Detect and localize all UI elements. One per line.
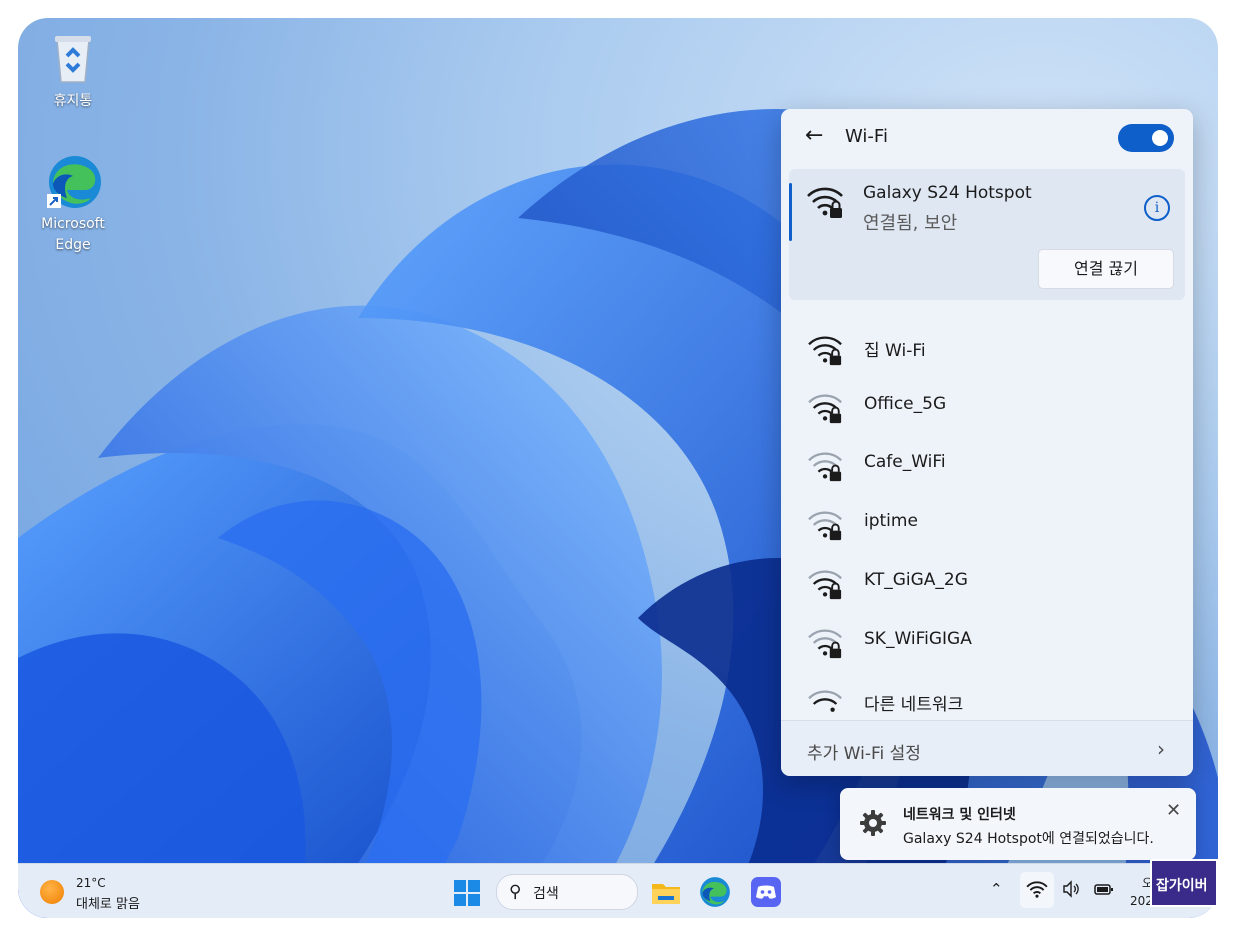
wifi-flyout: ← Wi-Fi Galaxy S24 Hotspot 연결됨, 보안 i 연결 … bbox=[781, 109, 1193, 776]
connected-network[interactable]: Galaxy S24 Hotspot 연결됨, 보안 i 연결 끊기 bbox=[789, 169, 1185, 300]
notification-toast[interactable]: 네트워크 및 인터넷 Galaxy S24 Hotspot에 연결되었습니다. … bbox=[840, 788, 1196, 860]
desktop: 휴지통 Microsoft Edge ← Wi-Fi Galaxy S24 Ho… bbox=[18, 18, 1218, 918]
wifi-secured-icon bbox=[806, 184, 846, 224]
edge-icon bbox=[45, 154, 101, 210]
volume-icon[interactable] bbox=[1062, 880, 1080, 902]
wifi-secured-icon bbox=[806, 449, 846, 487]
weather-description[interactable]: 대체로 맑음 bbox=[76, 893, 140, 912]
edge-shortcut[interactable]: Microsoft Edge bbox=[28, 154, 118, 256]
search-placeholder: 검색 bbox=[533, 886, 559, 902]
taskbar-search[interactable]: ⚲ 검색 bbox=[496, 874, 638, 910]
network-name: Cafe_WiFi bbox=[864, 452, 946, 472]
edge-label: Microsoft Edge bbox=[41, 216, 105, 253]
network-item-2[interactable]: Cafe_WiFi bbox=[789, 439, 1185, 491]
wifi-secured-icon bbox=[806, 626, 846, 664]
wifi-toggle[interactable] bbox=[1118, 124, 1174, 152]
gear-icon bbox=[858, 808, 888, 842]
file-explorer-icon[interactable] bbox=[650, 876, 682, 908]
wifi-secured-icon bbox=[806, 567, 846, 605]
more-wifi-settings-label: 추가 Wi-Fi 설정 bbox=[807, 744, 921, 764]
network-item-1[interactable]: Office_5G bbox=[789, 381, 1185, 433]
edge-taskbar-icon[interactable] bbox=[699, 876, 731, 908]
network-name: SK_WiFiGIGA bbox=[864, 629, 972, 649]
close-icon[interactable]: ✕ bbox=[1166, 800, 1181, 821]
weather-temperature[interactable]: 21°C bbox=[76, 876, 106, 890]
wifi-tray-icon bbox=[1026, 881, 1048, 898]
taskbar: 21°C 대체로 맑음 ⚲ 검색 ⌃ 오 2024 bbox=[18, 863, 1218, 918]
selected-indicator bbox=[789, 183, 792, 241]
recycle-bin-icon bbox=[45, 30, 101, 86]
info-icon[interactable]: i bbox=[1144, 195, 1170, 221]
back-arrow-icon[interactable]: ← bbox=[805, 125, 823, 147]
wifi-secured-icon bbox=[806, 391, 846, 429]
weather-sun-icon[interactable] bbox=[40, 880, 64, 904]
search-icon: ⚲ bbox=[509, 882, 522, 902]
recycle-bin-shortcut[interactable]: 휴지통 bbox=[28, 30, 118, 110]
network-item-5[interactable]: SK_WiFiGIGA bbox=[789, 616, 1185, 668]
disconnect-button[interactable]: 연결 끊기 bbox=[1038, 249, 1174, 289]
discord-icon[interactable] bbox=[750, 876, 782, 908]
more-wifi-settings[interactable]: 추가 Wi-Fi 설정 › bbox=[781, 720, 1193, 776]
start-button[interactable] bbox=[454, 880, 480, 906]
wifi-secured-icon bbox=[806, 508, 846, 546]
network-name: KT_GiGA_2G bbox=[864, 570, 968, 590]
watermark-logo: 잡가이버 bbox=[1150, 859, 1218, 907]
recycle-bin-label: 휴지통 bbox=[53, 93, 93, 109]
flyout-header: ← Wi-Fi bbox=[781, 109, 1193, 165]
chevron-up-icon[interactable]: ⌃ bbox=[990, 880, 1003, 898]
network-name: 다른 네트워크 bbox=[864, 695, 964, 715]
wifi-secured-icon bbox=[806, 333, 846, 371]
network-item-3[interactable]: iptime bbox=[789, 498, 1185, 550]
connected-network-name: Galaxy S24 Hotspot bbox=[863, 183, 1032, 203]
toast-title: 네트워크 및 인터넷 bbox=[903, 807, 1016, 823]
network-name: 집 Wi-Fi bbox=[864, 341, 926, 361]
network-item-4[interactable]: KT_GiGA_2G bbox=[789, 557, 1185, 609]
network-name: iptime bbox=[864, 511, 918, 531]
tray-wifi-button[interactable] bbox=[1020, 872, 1054, 908]
chevron-right-icon: › bbox=[1157, 737, 1165, 761]
toast-body: Galaxy S24 Hotspot에 연결되었습니다. bbox=[903, 831, 1154, 847]
toggle-knob bbox=[1152, 130, 1168, 146]
battery-icon[interactable] bbox=[1094, 880, 1114, 902]
network-item-0[interactable]: 집 Wi-Fi bbox=[789, 323, 1185, 375]
flyout-title: Wi-Fi bbox=[845, 126, 888, 147]
watermark-text: 잡가이버 bbox=[1156, 878, 1208, 894]
network-name: Office_5G bbox=[864, 394, 947, 414]
connected-network-status: 연결됨, 보안 bbox=[863, 213, 958, 234]
